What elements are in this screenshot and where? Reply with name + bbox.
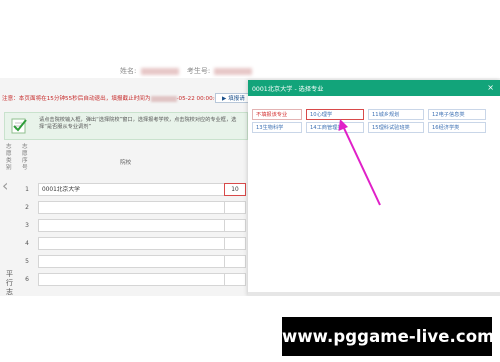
volunteer-order-header: 志愿序号 (22, 144, 28, 171)
college-input[interactable]: 0001北京大学 (38, 183, 228, 196)
table-row: 2 (20, 200, 248, 216)
major-option[interactable]: 11城乡规划 (368, 109, 424, 120)
fill-guide-button[interactable]: ▶ 填报请 (215, 93, 252, 103)
row-number: 5 (25, 258, 29, 265)
major-input[interactable] (224, 273, 246, 286)
college-input[interactable] (38, 273, 228, 286)
instruction-tip: 请点击院校输入框，弹出“选择院校”窗口，选择报考学校，点击院校对应的专业框，选择… (4, 112, 248, 140)
major-input[interactable] (224, 237, 246, 250)
exam-no-value-masked (214, 67, 253, 75)
row-number: 2 (25, 204, 29, 211)
name-value-masked (140, 67, 179, 75)
major-input[interactable] (224, 219, 246, 232)
college-input[interactable] (38, 201, 228, 214)
table-row: 4 (20, 236, 248, 252)
row-number: 4 (25, 240, 29, 247)
row-number: 1 (25, 186, 29, 193)
major-input[interactable] (224, 255, 246, 268)
exam-no-label: 考生号 (186, 67, 208, 75)
chevron-left-icon[interactable]: ‹ (2, 178, 8, 194)
major-input[interactable]: 10 (224, 183, 246, 196)
major-option[interactable]: 14工商管理类 (306, 122, 364, 133)
major-option[interactable]: 10心理学 (306, 109, 364, 120)
screenshot-frame: 姓名: 考生号: 注意：本页面将在15分钟55秒后自动退出，填报截止时间为 -05… (0, 0, 500, 362)
checklist-icon (11, 118, 27, 134)
notice-text-prefix: 注意：本页面将在15分钟55秒后自动退出，填报截止时间为 (2, 96, 151, 102)
candidate-info: 姓名: 考生号: (120, 66, 258, 76)
table-row: 1 0001北京大学 10 (20, 182, 248, 198)
major-option[interactable]: 13生物科学 (252, 122, 302, 133)
timeout-notice: 注意：本页面将在15分钟55秒后自动退出，填报截止时间为 -05-22 00:00… (2, 94, 222, 102)
major-option-none[interactable]: 不填报该专业 (252, 109, 302, 120)
row-number: 6 (25, 276, 29, 283)
college-input[interactable] (38, 255, 228, 268)
major-option[interactable]: 12电子信息类 (428, 109, 486, 120)
notice-year-masked (150, 95, 177, 102)
dialog-header: 0001北京大学 - 选择专业 × (248, 80, 500, 96)
close-icon[interactable]: × (487, 83, 494, 92)
dialog-title: 0001北京大学 - 选择专业 (252, 86, 324, 93)
name-label: 姓名 (120, 67, 134, 75)
select-major-dialog: 0001北京大学 - 选择专业 × 不填报该专业 10心理学 11城乡规划 12… (248, 80, 500, 296)
table-row: 3 (20, 218, 248, 234)
volunteer-category-header: 志愿类别 (6, 144, 12, 171)
table-row: 5 (20, 254, 248, 270)
instruction-text: 请点击院校输入框，弹出“选择院校”窗口，选择报考学校，点击院校对应的专业框，选择… (39, 117, 237, 130)
major-option[interactable]: 15理科试验班类 (368, 122, 424, 133)
watermark-banner: www.pggame-live.com (282, 317, 494, 356)
major-option[interactable]: 16经济学类 (428, 122, 486, 133)
row-number: 3 (25, 222, 29, 229)
major-input[interactable] (224, 201, 246, 214)
top-blank-area (0, 0, 500, 64)
college-column-header: 院校 (120, 160, 132, 166)
college-input[interactable] (38, 237, 228, 250)
table-row: 6 (20, 272, 248, 288)
college-input[interactable] (38, 219, 228, 232)
